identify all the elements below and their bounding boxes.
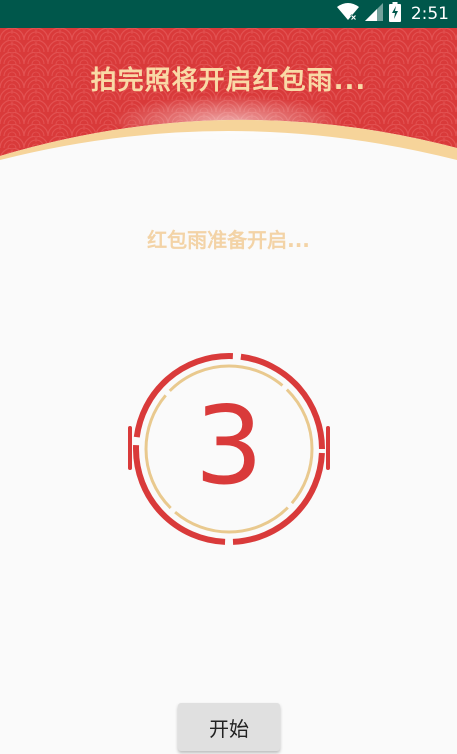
status-bar: 2:51 <box>0 0 457 28</box>
wifi-icon <box>336 3 359 25</box>
countdown-ring: 3 <box>128 350 330 548</box>
signal-icon <box>364 3 383 25</box>
status-icons: 2:51 <box>336 2 449 26</box>
start-button[interactable]: 开始 <box>178 703 280 751</box>
battery-charging-icon <box>388 2 401 26</box>
status-time: 2:51 <box>410 4 449 24</box>
header-title: 拍完照将开启红包雨... <box>90 66 367 96</box>
subtitle-text: 红包雨准备开启... <box>147 228 310 252</box>
countdown-number: 3 <box>194 384 264 509</box>
header-banner: 拍完照将开启红包雨... <box>0 28 457 160</box>
